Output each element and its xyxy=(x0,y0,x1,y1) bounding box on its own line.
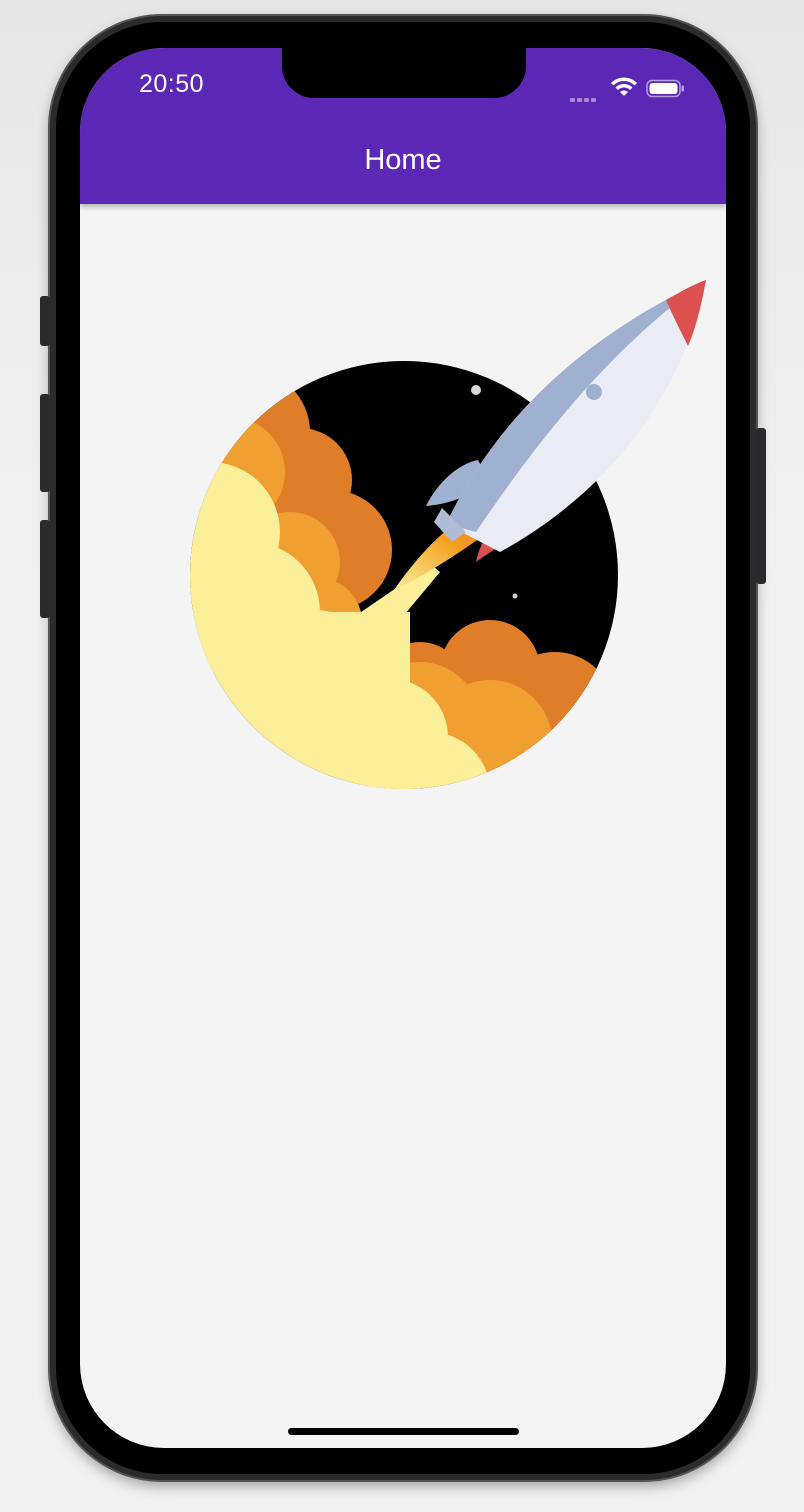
power-button xyxy=(756,428,766,584)
star xyxy=(512,593,518,599)
status-time: 20:50 xyxy=(139,70,205,98)
volume-up-button xyxy=(40,394,50,492)
wifi-icon xyxy=(611,77,637,96)
home-indicator[interactable] xyxy=(288,1428,519,1435)
camera-notch xyxy=(282,48,526,98)
battery-icon xyxy=(646,79,684,98)
rocket-launch-illustration xyxy=(190,280,706,789)
page-title: Home xyxy=(364,144,442,176)
star xyxy=(471,385,481,395)
volume-down-button xyxy=(40,520,50,618)
device-frame: 20:50 Home xyxy=(0,0,804,1512)
cellular-icon xyxy=(570,89,604,102)
silent-switch xyxy=(40,296,50,346)
app-screen: 20:50 Home xyxy=(80,48,726,1448)
